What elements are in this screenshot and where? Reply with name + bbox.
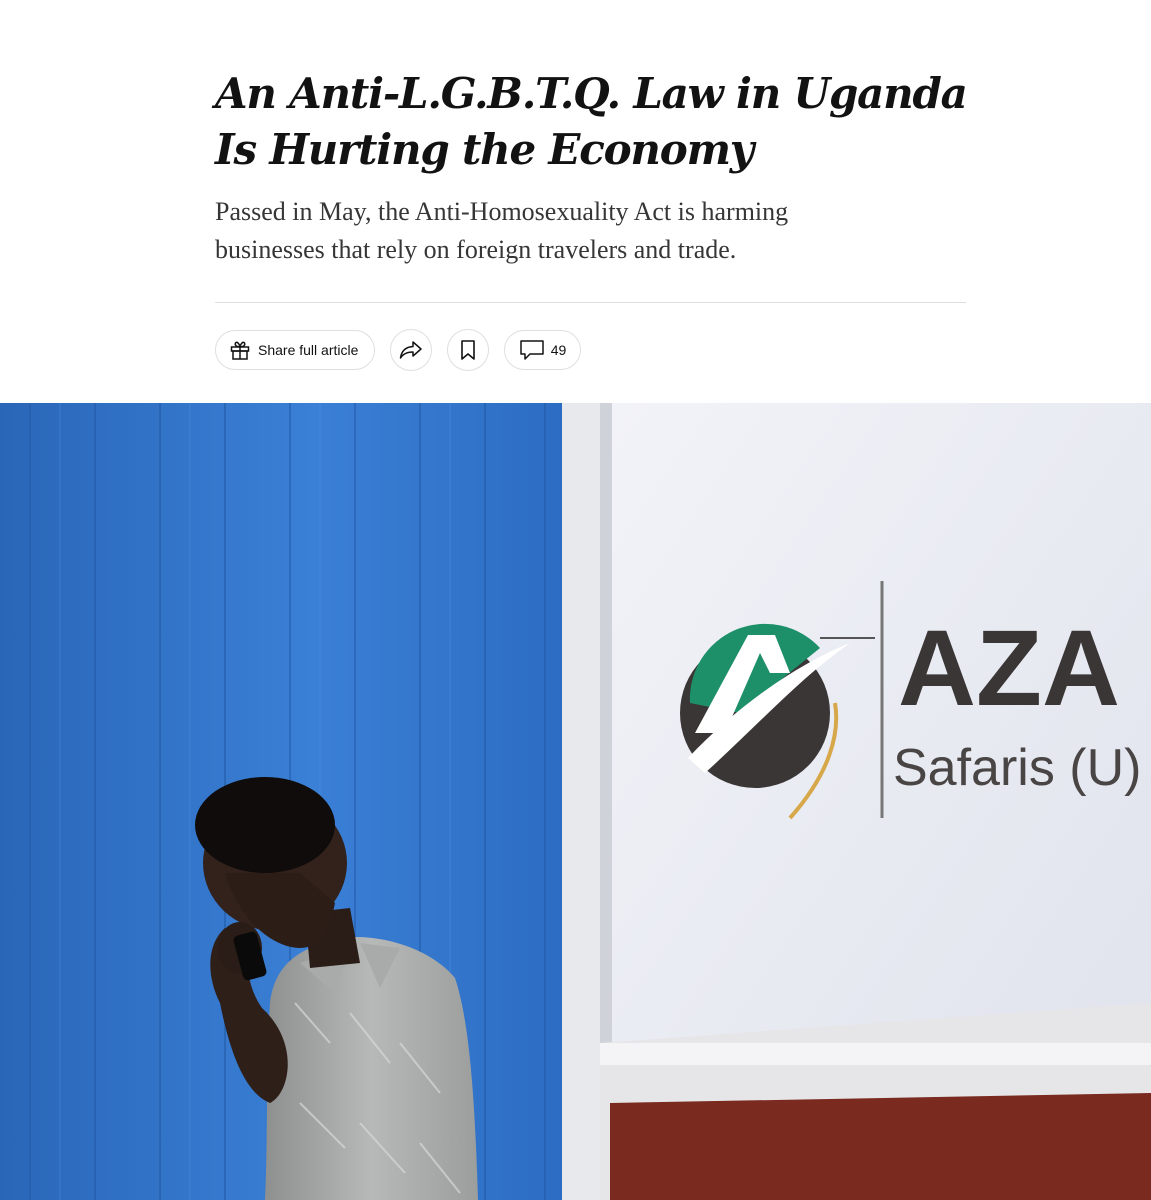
article-toolbar: Share full article 49 bbox=[215, 328, 581, 372]
share-button-label: Share full article bbox=[258, 342, 359, 358]
share-full-article-button[interactable]: Share full article bbox=[215, 330, 375, 370]
save-article-button[interactable] bbox=[447, 329, 489, 371]
gift-icon bbox=[228, 338, 252, 362]
sign-subtitle: Safaris (U) bbox=[893, 739, 1141, 797]
bookmark-icon bbox=[460, 339, 476, 361]
article-headline: An Anti-L.G.B.T.Q. Law in Uganda Is Hurt… bbox=[215, 69, 968, 174]
share-arrow-icon bbox=[398, 339, 424, 361]
article-summary: Passed in May, the Anti-Homosexuality Ac… bbox=[215, 197, 789, 264]
share-button[interactable] bbox=[390, 329, 432, 371]
comment-bubble-icon bbox=[519, 339, 545, 361]
lead-photo: AZA Safaris (U) bbox=[0, 403, 1151, 1200]
lead-photo-illustration: AZA Safaris (U) bbox=[0, 403, 1151, 1200]
sign-wordmark: AZA bbox=[898, 607, 1120, 728]
comments-button[interactable]: 49 bbox=[504, 330, 581, 370]
comments-count: 49 bbox=[550, 342, 567, 358]
header-divider bbox=[215, 302, 966, 303]
